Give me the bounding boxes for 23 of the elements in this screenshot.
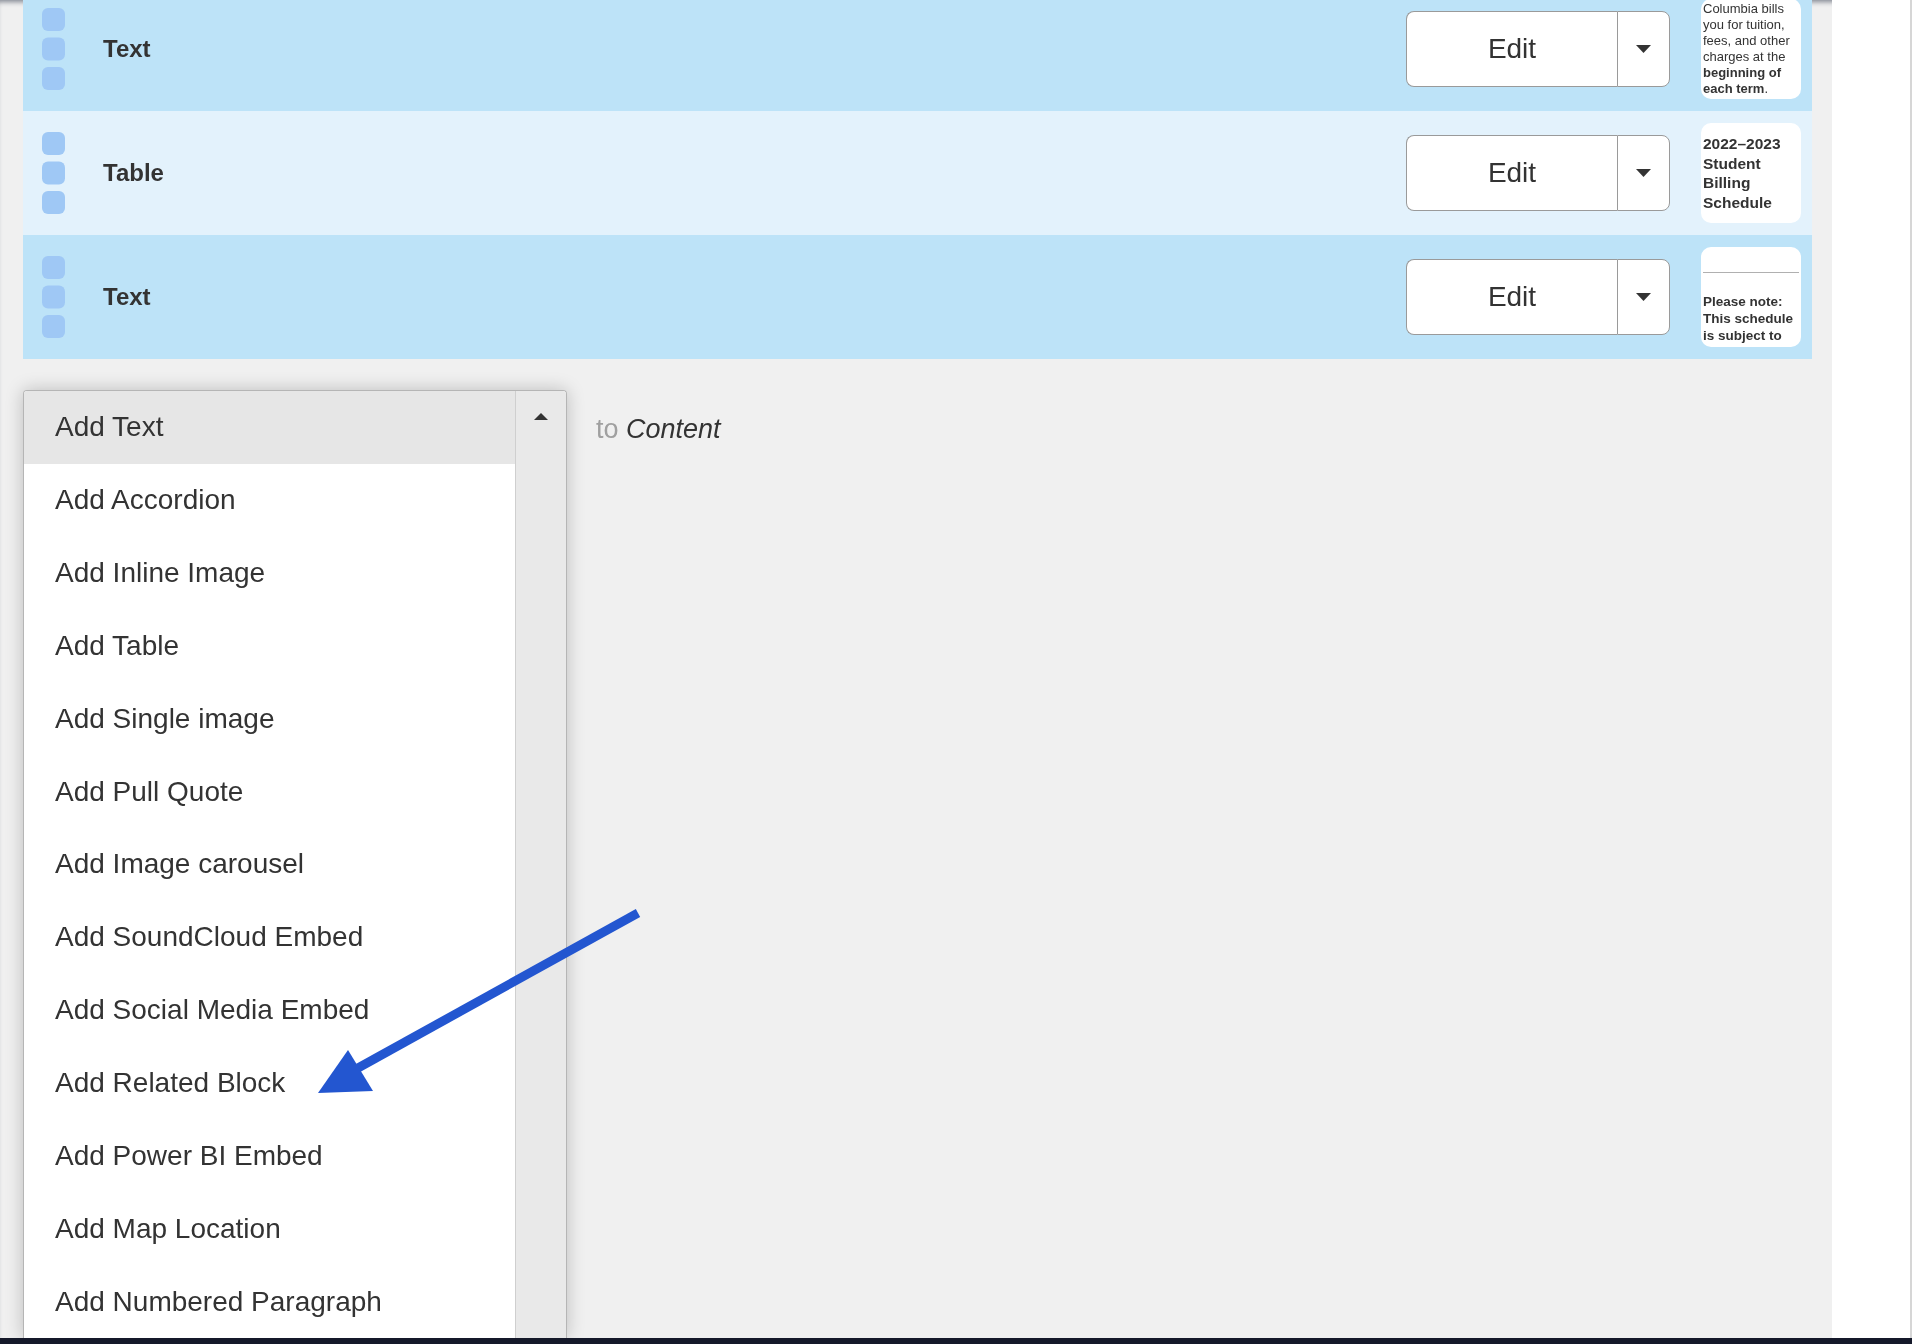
preview-text: Please note: This schedule is subject to [1703,292,1795,344]
edit-button[interactable]: Edit [1406,11,1617,87]
caret-down-icon [1636,293,1651,301]
scrollbar-track[interactable] [515,391,566,1338]
target-region-text: to Content [596,413,721,445]
drag-handle-icon[interactable] [42,132,65,214]
dropdown-toggle[interactable] [1617,259,1670,335]
edit-button[interactable]: Edit [1406,135,1617,211]
caret-down-icon [1636,45,1651,53]
block-type-label: Text [103,35,152,63]
drag-handle-icon[interactable] [42,256,65,338]
dropdown-toggle[interactable] [1617,135,1670,211]
block-type-label: Table [103,159,165,187]
scroll-up-icon[interactable] [534,413,548,420]
preview-text: Columbia bills you for tuition, fees, and other charges at the beginning of each term. [1703,1,1791,97]
menu-option[interactable]: Add Numbered Paragraph [24,1265,515,1338]
caret-down-icon [1636,169,1651,177]
block-type-label: Text [103,283,152,311]
preview-heading: 2022–2023 Student Billing Schedule [1703,134,1782,212]
dropdown-toggle[interactable] [1617,11,1670,87]
edit-button[interactable]: Edit [1406,259,1617,335]
drag-handle-icon[interactable] [42,8,65,90]
menu-option[interactable]: Add Text [24,391,515,464]
